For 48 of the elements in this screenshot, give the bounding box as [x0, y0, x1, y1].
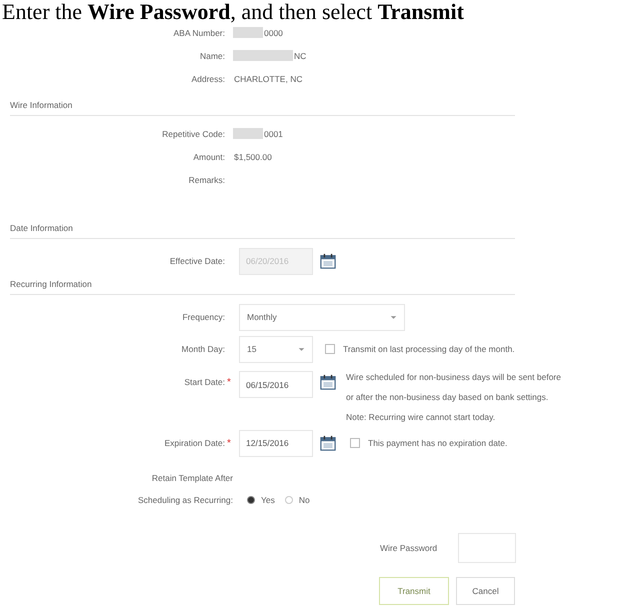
field-label: Name:	[200, 50, 225, 60]
required-mark: *	[226, 438, 232, 448]
field-label: Effective Date:	[170, 256, 225, 266]
field-value: $1,500.00	[233, 152, 272, 162]
radio-label: No	[298, 495, 310, 505]
field-label: Retain Template After	[150, 472, 233, 485]
note-text: or after the non-business day based on bank settings.	[346, 391, 550, 404]
field-value: 0001	[263, 128, 283, 138]
dropdown[interactable]: Monthly	[239, 304, 405, 330]
section-title: Date Information	[10, 223, 515, 239]
field-value: CHARLOTTE, NC	[233, 74, 302, 84]
field-label: Month Day:	[182, 344, 225, 354]
cancel-button[interactable]: Cancel	[456, 577, 515, 605]
date-field[interactable]: 12/15/2016	[239, 430, 313, 456]
calendar-icon[interactable]	[320, 374, 336, 390]
checkbox-label: This payment has no expiration date.	[368, 438, 508, 448]
radio-label: Yes	[261, 495, 275, 505]
required-mark: *	[226, 377, 232, 388]
field-label: Remarks:	[188, 174, 225, 184]
checkbox-label: Transmit on last processing day of the month.	[343, 344, 515, 354]
password-field[interactable]	[458, 533, 516, 563]
checkbox[interactable]	[350, 438, 360, 448]
field-value: 0000	[263, 28, 283, 38]
field-value: NC	[293, 50, 306, 60]
date-field[interactable]: 06/15/2016	[239, 371, 313, 398]
calendar-icon[interactable]	[320, 435, 336, 451]
section-title: Wire Information	[10, 100, 515, 116]
radio-button[interactable]	[247, 496, 255, 504]
field-label: ABA Number:	[174, 28, 225, 38]
calendar-icon[interactable]	[320, 253, 336, 269]
field-label: Amount:	[193, 152, 225, 162]
checkbox[interactable]	[325, 344, 335, 354]
caret-icon	[298, 346, 305, 352]
field-label: Address:	[191, 74, 225, 84]
radio-button[interactable]	[284, 496, 293, 504]
transmit-button[interactable]: Transmit	[379, 577, 449, 605]
note-text: Wire scheduled for non-business days will be sent before	[346, 371, 561, 384]
instruction-text: Enter the Wire Password, and then select Transmit	[1, 0, 464, 24]
field-label: Repetitive Code:	[162, 128, 225, 138]
field-label: Start Date:	[184, 377, 225, 387]
field-label: Scheduling as Recurring:	[137, 494, 233, 507]
field-label: Wire Password	[380, 543, 438, 553]
caret-icon	[390, 314, 397, 320]
section-title: Recurring Information	[10, 279, 515, 295]
field-label: Frequency:	[182, 312, 225, 322]
field-label: Expiration Date:	[164, 438, 225, 448]
dropdown[interactable]: 15	[239, 336, 313, 362]
note-text: Note: Recurring wire cannot start today.	[346, 411, 496, 424]
